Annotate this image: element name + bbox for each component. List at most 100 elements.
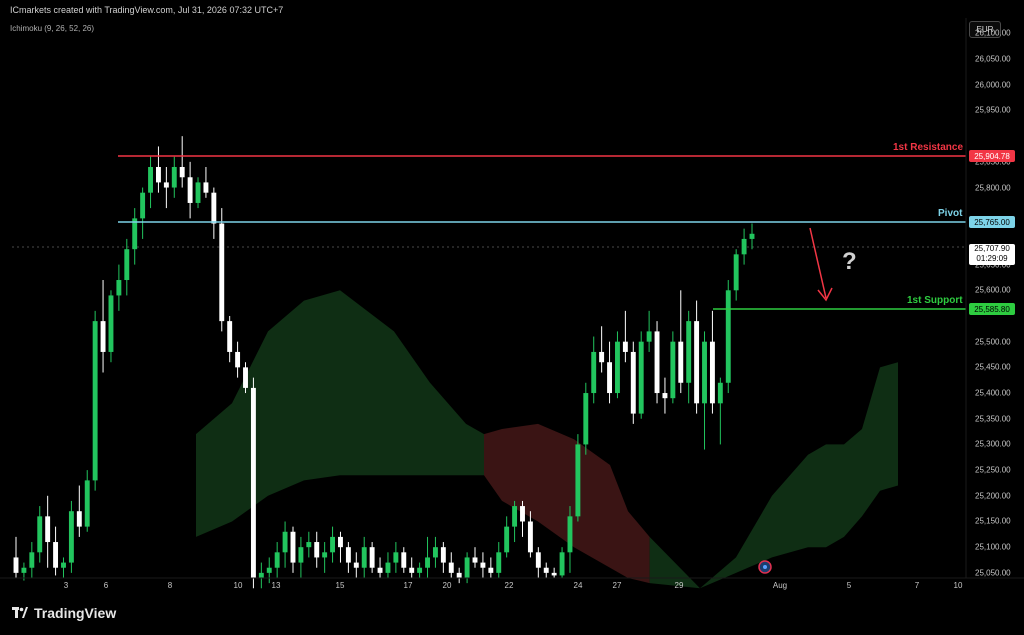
cloud-bullish-1 bbox=[196, 290, 484, 537]
candle-body bbox=[274, 552, 280, 568]
candle-body bbox=[551, 572, 557, 576]
candle-body bbox=[417, 567, 423, 573]
candle-body bbox=[527, 521, 533, 553]
candle-body bbox=[61, 562, 66, 568]
candle-body bbox=[615, 341, 620, 394]
candle-body bbox=[702, 341, 707, 404]
price-tick: 25,300.00 bbox=[975, 439, 1011, 449]
candle-body bbox=[13, 557, 19, 573]
price-tick: 25,600.00 bbox=[975, 285, 1011, 295]
candle-body bbox=[448, 562, 454, 573]
price-tick: 26,050.00 bbox=[975, 54, 1011, 64]
candle-body bbox=[322, 552, 328, 558]
resistance-price-tag: 25,904.78 bbox=[969, 150, 1015, 162]
price-tick: 25,050.00 bbox=[975, 568, 1011, 578]
candle-body bbox=[725, 290, 731, 383]
candle-body bbox=[599, 351, 605, 363]
candle-body bbox=[219, 223, 225, 322]
candle-body bbox=[116, 280, 122, 296]
time-tick: 6 bbox=[103, 581, 109, 590]
price-tick: 25,200.00 bbox=[975, 491, 1011, 501]
candle-body bbox=[203, 182, 209, 193]
candle-body bbox=[432, 547, 438, 558]
bar-countdown: 01:29:09 bbox=[976, 254, 1008, 263]
candle-body bbox=[646, 331, 652, 342]
candle-body bbox=[535, 552, 541, 568]
candle-body bbox=[306, 542, 312, 548]
down-arrow-icon bbox=[809, 227, 833, 302]
pivot-label: Pivot bbox=[938, 208, 963, 219]
candle-body bbox=[140, 192, 146, 219]
indicator-label[interactable]: Ichimoku (9, 26, 52, 26) bbox=[10, 24, 94, 33]
candle-body bbox=[678, 341, 684, 383]
resistance-label: 1st Resistance bbox=[893, 142, 964, 153]
tradingview-footer[interactable]: TradingView bbox=[12, 605, 116, 621]
candle-body bbox=[496, 552, 502, 573]
price-tick: 25,400.00 bbox=[975, 388, 1011, 398]
time-tick: 15 bbox=[335, 581, 345, 590]
price-tick: 25,250.00 bbox=[975, 465, 1011, 475]
candle-body bbox=[607, 362, 613, 394]
candle-body bbox=[84, 480, 90, 527]
candle-body bbox=[163, 182, 169, 188]
candle-body bbox=[591, 351, 597, 394]
candle-body bbox=[733, 254, 739, 291]
candle-body bbox=[100, 321, 106, 352]
candle-body bbox=[749, 233, 755, 239]
candle-body bbox=[694, 321, 700, 404]
candle-body bbox=[520, 506, 525, 522]
candle-body bbox=[654, 331, 660, 394]
tradingview-logo-icon bbox=[12, 607, 28, 618]
time-tick: Aug bbox=[772, 581, 788, 590]
price-tick: 25,950.00 bbox=[975, 105, 1011, 115]
time-tick: 22 bbox=[504, 581, 514, 590]
candle-body bbox=[504, 526, 510, 553]
time-tick: 20 bbox=[442, 581, 452, 590]
candle-body bbox=[155, 166, 161, 183]
candle-body bbox=[409, 567, 415, 573]
candle-body bbox=[53, 542, 59, 568]
price-tick: 25,450.00 bbox=[975, 362, 1011, 372]
candle-body bbox=[148, 166, 153, 193]
support-price-tag: 25,585.80 bbox=[969, 303, 1015, 315]
candle-body bbox=[559, 552, 565, 576]
price-tick: 26,100.00 bbox=[975, 28, 1011, 38]
candle-body bbox=[361, 547, 367, 568]
candle-body bbox=[250, 387, 256, 578]
candle-body bbox=[512, 506, 518, 527]
price-chart[interactable] bbox=[0, 0, 1024, 635]
candle-body bbox=[543, 567, 549, 573]
candle-body bbox=[440, 547, 446, 563]
candle-body bbox=[567, 516, 573, 553]
candle-body bbox=[132, 218, 138, 250]
event-marker-icon[interactable] bbox=[758, 560, 772, 574]
candle-body bbox=[21, 567, 27, 573]
price-tick: 26,000.00 bbox=[975, 80, 1011, 90]
candle-body bbox=[741, 238, 747, 255]
candle-body bbox=[353, 562, 359, 568]
candle-body bbox=[45, 516, 51, 543]
candle-body bbox=[266, 567, 272, 573]
candle-body bbox=[480, 562, 486, 568]
candle-body bbox=[187, 177, 193, 203]
candle-body bbox=[68, 511, 74, 563]
last-price-box: 25,707.90 01:29:09 bbox=[969, 244, 1015, 265]
candle-body bbox=[179, 166, 185, 178]
candle-body bbox=[314, 542, 320, 558]
candle-body bbox=[243, 367, 248, 388]
chart-attribution: ICmarkets created with TradingView.com, … bbox=[10, 5, 284, 15]
candle-body bbox=[385, 562, 391, 573]
time-tick: 17 bbox=[403, 581, 413, 590]
last-price-value: 25,707.90 bbox=[974, 244, 1010, 253]
time-tick: 13 bbox=[271, 581, 281, 590]
candle-body bbox=[258, 572, 264, 578]
brand-name: TradingView bbox=[34, 605, 117, 621]
candle-body bbox=[717, 382, 723, 404]
candle-body bbox=[298, 547, 304, 563]
time-tick: 8 bbox=[167, 581, 173, 590]
time-tick: 29 bbox=[674, 581, 684, 590]
time-tick: 10 bbox=[233, 581, 243, 590]
candle-body bbox=[709, 341, 715, 404]
price-tick: 25,500.00 bbox=[975, 337, 1011, 347]
time-tick: 3 bbox=[63, 581, 69, 590]
